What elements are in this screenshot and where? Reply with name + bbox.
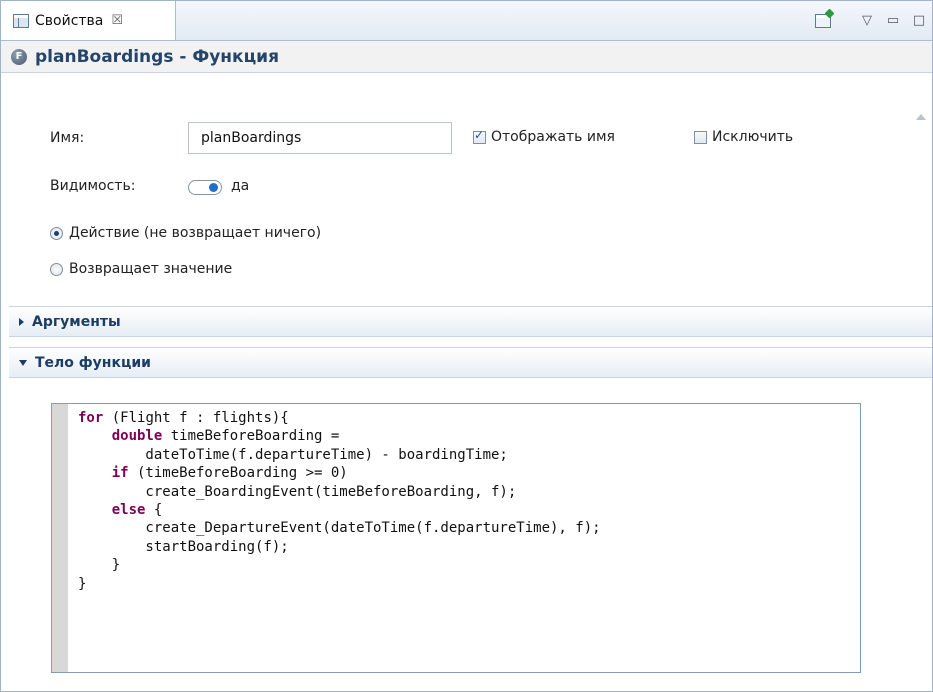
visibility-label: Видимость: [50, 178, 136, 194]
properties-view: Свойства ☒ ▽ ▭ □ F planBoardings - Функц… [0, 0, 933, 692]
close-icon[interactable]: ☒ [111, 13, 123, 28]
code-line[interactable]: else { [78, 502, 163, 518]
code-line[interactable]: startBoarding(f); [78, 539, 288, 555]
radio-returns-label: Возвращает значение [69, 261, 233, 277]
code-text[interactable]: for (Flight f : flights){ double timeBef… [78, 409, 601, 593]
section-arguments[interactable]: Аргументы [9, 306, 932, 337]
radio-unselected-icon [50, 262, 63, 276]
code-editor[interactable]: for (Flight f : flights){ double timeBef… [51, 403, 861, 673]
radio-action[interactable]: Действие (не возвращает ничего) [50, 225, 321, 241]
editor-gutter [52, 404, 68, 672]
scroll-up-arrow-icon[interactable] [916, 114, 926, 120]
exclude-checkbox[interactable]: Исключить [694, 129, 793, 145]
maximize-icon[interactable]: □ [906, 8, 932, 34]
toggle-knob [209, 183, 218, 192]
properties-header: F planBoardings - Функция [1, 41, 932, 73]
show-name-label: Отображать имя [491, 129, 615, 145]
visibility-value: да [231, 178, 250, 194]
exclude-label: Исключить [712, 129, 794, 145]
code-line[interactable]: double timeBeforeBoarding = [78, 428, 340, 444]
page-title: planBoardings - Функция [35, 46, 279, 67]
function-icon: F [11, 48, 27, 65]
view-toolbar: ▽ ▭ □ [810, 1, 932, 40]
checkbox-unchecked-icon [694, 130, 707, 144]
expand-arrow-icon [19, 317, 24, 326]
show-name-checkbox[interactable]: Отображать имя [473, 128, 615, 145]
code-line[interactable]: dateToTime(f.departureTime) - boardingTi… [78, 447, 507, 463]
pin-icon [815, 13, 831, 28]
radio-selected-icon [50, 226, 63, 240]
code-line[interactable]: } [78, 557, 120, 573]
properties-icon [13, 13, 29, 28]
tab-label: Свойства [35, 12, 104, 29]
code-line[interactable]: create_DepartureEvent(dateToTime(f.depar… [78, 520, 600, 536]
code-line[interactable]: for (Flight f : flights){ [78, 410, 289, 426]
visibility-toggle[interactable] [188, 180, 222, 195]
code-line[interactable]: } [78, 576, 86, 592]
tab-properties[interactable]: Свойства ☒ [1, 1, 176, 40]
section-body-label: Тело функции [35, 354, 151, 371]
checkbox-checked-icon [473, 128, 486, 144]
name-label: Имя: [50, 130, 85, 146]
collapse-arrow-icon [19, 359, 27, 366]
minimize-icon[interactable]: ▭ [880, 8, 906, 34]
section-function-body[interactable]: Тело функции [9, 347, 932, 378]
name-input[interactable] [188, 122, 452, 154]
section-arguments-label: Аргументы [32, 313, 121, 330]
vertical-scrollbar[interactable] [910, 74, 932, 691]
radio-returns[interactable]: Возвращает значение [50, 261, 232, 277]
code-line[interactable]: create_BoardingEvent(timeBeforeBoarding,… [78, 484, 516, 500]
pin-view-button[interactable] [810, 8, 836, 34]
radio-action-label: Действие (не возвращает ничего) [69, 225, 322, 241]
view-menu-icon[interactable]: ▽ [854, 8, 880, 34]
code-line[interactable]: if (timeBeforeBoarding >= 0) [78, 465, 348, 481]
tab-bar: Свойства ☒ ▽ ▭ □ [1, 1, 932, 41]
